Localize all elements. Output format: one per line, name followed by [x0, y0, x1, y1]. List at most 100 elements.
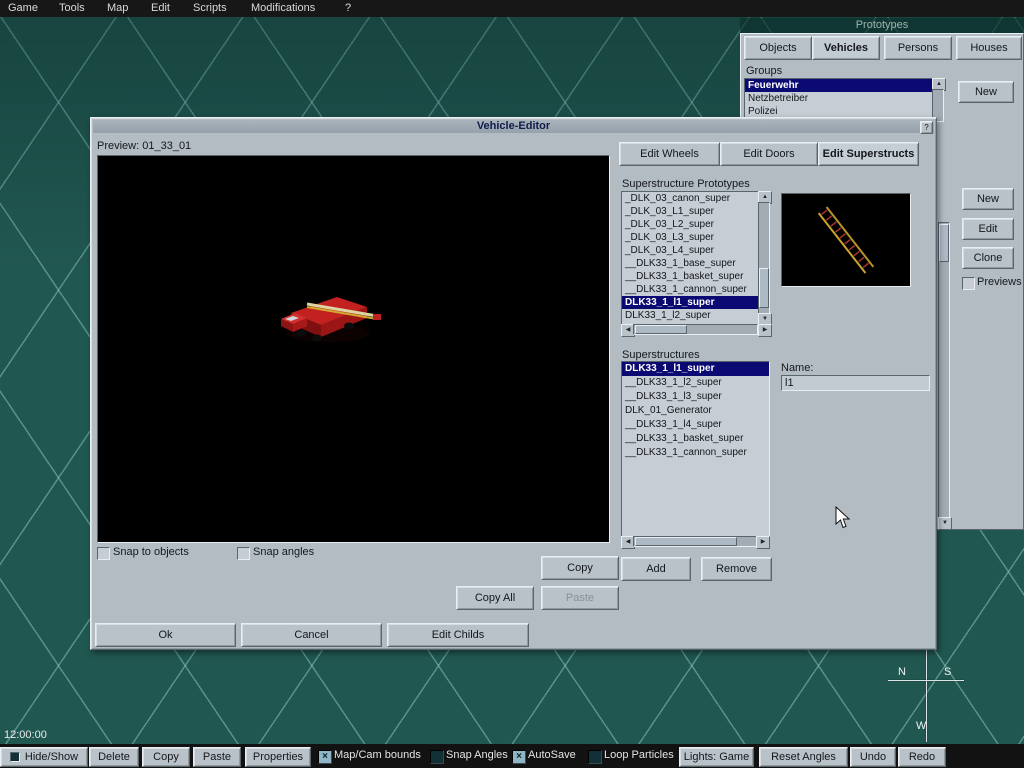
compass-horizontal-line	[888, 680, 964, 681]
menu-modifications[interactable]: Modifications	[251, 2, 315, 14]
edit-childs-button[interactable]: Edit Childs	[387, 623, 529, 647]
new-group-button[interactable]: New	[958, 81, 1014, 103]
compass-north-label: N	[898, 666, 906, 678]
tab-objects[interactable]: Objects	[744, 36, 812, 60]
list-item-proto[interactable]: _DLK_03_L4_super	[622, 244, 758, 257]
list-item-group[interactable]: Feuerwehr	[745, 79, 933, 92]
paste-button[interactable]: Paste	[541, 586, 619, 610]
hide-show-label: Hide/Show	[25, 751, 78, 763]
snap-angles-label: Snap angles	[253, 546, 314, 558]
superstructures-label: Superstructures	[622, 349, 700, 361]
map-cam-bounds-label: Map/Cam bounds	[334, 749, 421, 761]
prototype-edit-button[interactable]: Edit	[962, 218, 1014, 240]
proto-list-hscrollbar-thumb[interactable]	[635, 325, 687, 334]
snap-to-objects-label: Snap to objects	[113, 546, 189, 558]
clock-display: 12:00:00	[4, 729, 47, 741]
superstructure-prototypes-label: Superstructure Prototypes	[622, 178, 750, 190]
tab-vehicles[interactable]: Vehicles	[812, 36, 880, 60]
list-item-super[interactable]: DLK33_1_l1_super	[622, 362, 769, 376]
list-item-group[interactable]: Netzbetreiber	[745, 92, 933, 105]
hide-show-button[interactable]: Hide/Show	[0, 747, 88, 767]
cancel-button[interactable]: Cancel	[241, 623, 382, 647]
redo-button[interactable]: Redo	[898, 747, 946, 767]
name-label: Name:	[781, 362, 813, 374]
prototypes-scrollbar-thumb[interactable]	[939, 224, 949, 262]
groups-label: Groups	[746, 65, 782, 77]
menu-map[interactable]: Map	[107, 2, 128, 14]
help-icon[interactable]: ?	[920, 121, 933, 134]
ok-button[interactable]: Ok	[95, 623, 236, 647]
proto-list-scrollbar-thumb[interactable]	[759, 268, 769, 308]
snap-to-objects-checkbox[interactable]	[97, 547, 110, 560]
list-item-super[interactable]: __DLK33_1_l2_super	[622, 376, 769, 390]
remove-button[interactable]: Remove	[701, 557, 772, 581]
prototypes-panel-title[interactable]: Prototypes	[740, 18, 1024, 33]
bottom-toolbar: Hide/Show Delete Copy Paste Properties ×…	[0, 744, 1024, 768]
menu-bar: Game Tools Map Edit Scripts Modification…	[0, 0, 1024, 17]
menu-edit[interactable]: Edit	[151, 2, 170, 14]
list-item-super[interactable]: DLK_01_Generator	[622, 404, 769, 418]
edit-superstructs-button[interactable]: Edit Superstructs	[818, 142, 919, 166]
list-item-proto[interactable]: __DLK33_1_basket_super	[622, 270, 758, 283]
autosave-label: AutoSave	[528, 749, 576, 761]
compass-west-label: W	[916, 720, 926, 732]
name-field[interactable]	[781, 375, 930, 391]
previews-checkbox[interactable]	[962, 277, 975, 290]
menu-scripts[interactable]: Scripts	[193, 2, 227, 14]
loop-particles-label: Loop Particles	[604, 749, 674, 761]
copy-button[interactable]: Copy	[142, 747, 190, 767]
hide-show-icon	[10, 752, 20, 762]
list-item-proto[interactable]: _DLK_03_canon_super	[622, 192, 758, 205]
autosave-checkbox[interactable]: ×	[512, 750, 526, 764]
super-list-hscrollbar-thumb[interactable]	[635, 537, 737, 546]
list-item-proto[interactable]: DLK33_1_l1_super	[622, 296, 758, 309]
loop-particles-checkbox[interactable]	[588, 750, 602, 764]
previews-checkbox-label: Previews	[977, 276, 1022, 288]
down-arrow-icon[interactable]: ▼	[938, 517, 952, 530]
list-item-super[interactable]: __DLK33_1_l4_super	[622, 418, 769, 432]
reset-angles-button[interactable]: Reset Angles	[759, 747, 848, 767]
map-cam-bounds-checkbox[interactable]: ×	[318, 750, 332, 764]
prototype-new-button[interactable]: New	[962, 188, 1014, 210]
preview-label: Preview: 01_33_01	[97, 140, 191, 152]
delete-button[interactable]: Delete	[89, 747, 139, 767]
undo-button[interactable]: Undo	[850, 747, 896, 767]
list-item-super[interactable]: __DLK33_1_cannon_super	[622, 446, 769, 460]
edit-doors-button[interactable]: Edit Doors	[720, 142, 818, 166]
properties-button[interactable]: Properties	[245, 747, 311, 767]
superstructure-preview-viewport[interactable]	[781, 193, 911, 287]
list-item-proto[interactable]: _DLK_03_L3_super	[622, 231, 758, 244]
vehicle-editor-dialog: Vehicle-Editor ? Preview: 01_33_01 Edit …	[90, 117, 937, 650]
add-button[interactable]: Add	[621, 557, 691, 581]
groups-list: Feuerwehr Netzbetreiber Polizei	[744, 78, 934, 122]
prototypes-scrollbar[interactable]	[938, 222, 950, 518]
menu-help[interactable]: ?	[345, 2, 351, 14]
vehicle-editor-titlebar[interactable]: Vehicle-Editor	[93, 120, 934, 133]
tab-persons[interactable]: Persons	[884, 36, 952, 60]
edit-wheels-button[interactable]: Edit Wheels	[619, 142, 720, 166]
list-item-super[interactable]: __DLK33_1_basket_super	[622, 432, 769, 446]
paste-button[interactable]: Paste	[193, 747, 241, 767]
vehicle-preview-viewport[interactable]	[97, 155, 610, 543]
prototype-clone-button[interactable]: Clone	[962, 247, 1014, 269]
fire-truck-preview	[273, 271, 403, 356]
list-item-proto[interactable]: DLK33_1_l2_super	[622, 309, 758, 322]
list-item-proto[interactable]: _DLK_03_L2_super	[622, 218, 758, 231]
copy-all-button[interactable]: Copy All	[456, 586, 534, 610]
menu-tools[interactable]: Tools	[59, 2, 85, 14]
right-arrow-icon[interactable]: ▶	[758, 324, 772, 337]
tab-houses[interactable]: Houses	[956, 36, 1022, 60]
lights-button[interactable]: Lights: Game	[679, 747, 754, 767]
snap-angles-label: Snap Angles	[446, 749, 508, 761]
superstructure-prototypes-list: _DLK_03_canon_super _DLK_03_L1_super _DL…	[621, 191, 759, 326]
list-item-proto[interactable]: _DLK_03_L1_super	[622, 205, 758, 218]
menu-game[interactable]: Game	[8, 2, 38, 14]
list-item-super[interactable]: __DLK33_1_l3_super	[622, 390, 769, 404]
snap-angles-checkbox[interactable]	[430, 750, 444, 764]
list-item-proto[interactable]: __DLK33_1_base_super	[622, 257, 758, 270]
snap-angles-checkbox[interactable]	[237, 547, 250, 560]
right-arrow-icon[interactable]: ▶	[756, 536, 770, 549]
copy-button[interactable]: Copy	[541, 556, 619, 580]
list-item-proto[interactable]: __DLK33_1_cannon_super	[622, 283, 758, 296]
ladder-preview	[782, 194, 910, 286]
